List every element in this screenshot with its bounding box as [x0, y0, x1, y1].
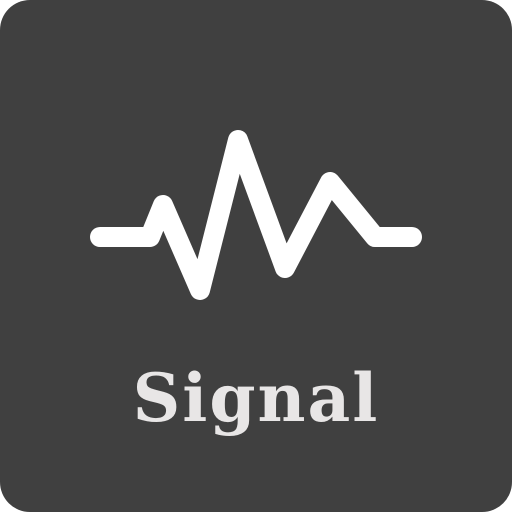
app-label: Signal: [132, 359, 380, 437]
app-icon[interactable]: Signal: [0, 0, 512, 512]
